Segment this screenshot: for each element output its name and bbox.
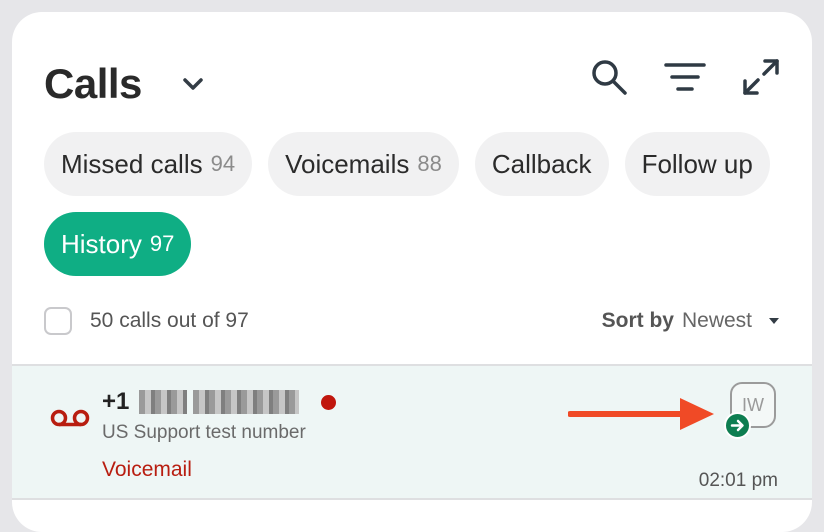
- number-prefix: +1: [102, 388, 130, 415]
- call-time: 02:01 pm: [698, 470, 778, 491]
- chip-count: 97: [149, 231, 175, 256]
- chip-label: History: [61, 228, 142, 259]
- voicemail-icon: [50, 409, 90, 427]
- call-row[interactable]: +1 US Support test number Voicemail IW 0…: [12, 364, 812, 500]
- chip-count: 94: [210, 151, 236, 176]
- redacted-number: [139, 390, 300, 414]
- line-name: US Support test number: [102, 422, 306, 443]
- calls-panel: Calls Missed calls 94 Voicemails 88 Call…: [12, 12, 812, 532]
- unread-indicator: [321, 394, 337, 410]
- caller-number: +1: [102, 388, 337, 416]
- chevron-down-icon[interactable]: [180, 71, 206, 97]
- list-toolbar: 50 calls out of 97 Sort by Newest: [44, 304, 780, 338]
- filter-chip-voicemails[interactable]: Voicemails 88: [268, 132, 459, 196]
- call-count-label: 50 calls out of 97: [90, 309, 249, 332]
- sort-dropdown[interactable]: Sort by Newest: [602, 309, 780, 333]
- filter-chip-callback[interactable]: Callback: [474, 132, 609, 196]
- annotation-arrow-icon: [568, 398, 714, 430]
- caret-down-icon: [769, 318, 779, 324]
- filter-chip-history[interactable]: History 97: [44, 212, 192, 276]
- outgoing-arrow-icon: [724, 412, 751, 439]
- page-title: Calls: [44, 60, 142, 107]
- call-status: Voicemail: [102, 458, 192, 481]
- search-icon[interactable]: [588, 56, 630, 98]
- filter-chip-follow-up[interactable]: Follow up: [624, 132, 770, 196]
- select-all-checkbox[interactable]: [44, 307, 72, 335]
- chip-label: Follow up: [641, 148, 753, 179]
- filter-chip-missed-calls[interactable]: Missed calls 94: [44, 132, 253, 196]
- agent-initials: IW: [742, 394, 764, 415]
- expand-icon[interactable]: [740, 56, 782, 98]
- filter-chips: Missed calls 94 Voicemails 88 Callback F…: [44, 132, 784, 276]
- header: Calls: [44, 60, 206, 108]
- filter-icon[interactable]: [664, 56, 706, 98]
- header-actions: [588, 56, 782, 98]
- chip-count: 88: [417, 151, 442, 176]
- sort-value: Newest: [681, 309, 752, 332]
- sort-label: Sort by: [601, 309, 674, 332]
- chip-label: Callback: [491, 148, 592, 179]
- chip-label: Missed calls: [61, 148, 203, 179]
- chip-label: Voicemails: [285, 148, 410, 179]
